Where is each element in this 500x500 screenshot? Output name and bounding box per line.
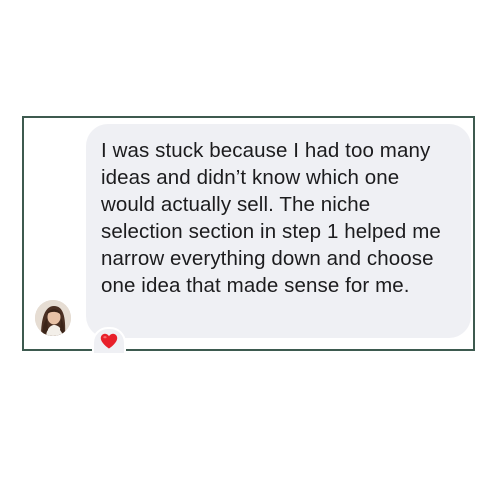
heart-icon [100,333,118,349]
reaction-badge[interactable] [92,327,126,355]
message-bubble[interactable]: I was stuck because I had too many ideas… [86,124,471,338]
message-card: I was stuck because I had too many ideas… [22,116,475,355]
avatar-photo-icon [35,300,71,336]
sender-avatar[interactable] [35,300,71,336]
message-text: I was stuck because I had too many ideas… [101,139,441,297]
